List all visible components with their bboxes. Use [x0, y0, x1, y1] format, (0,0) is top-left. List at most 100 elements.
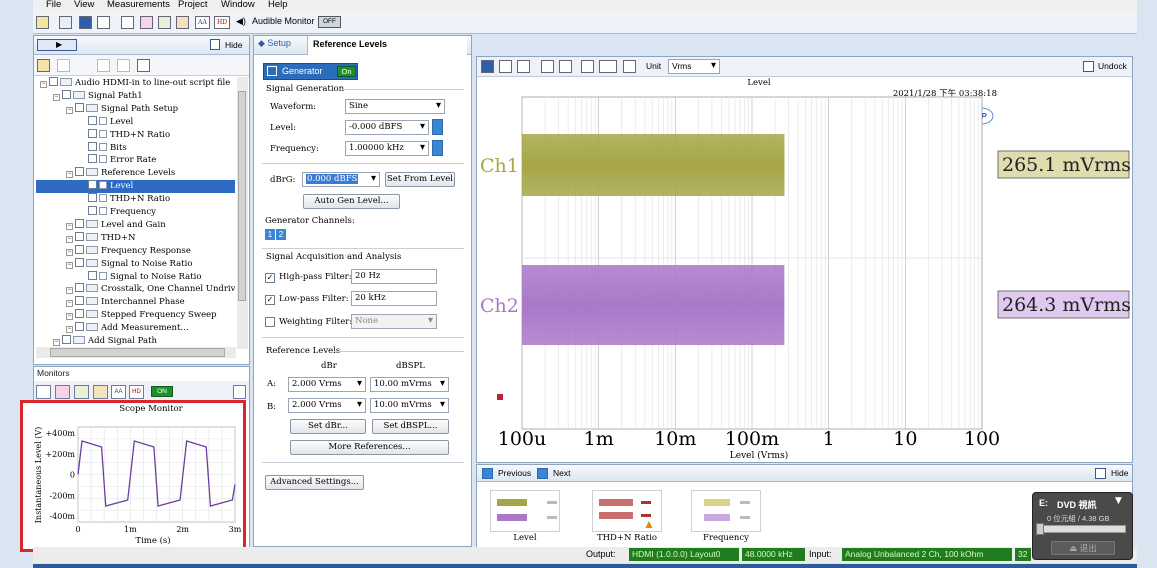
zoom-icon[interactable]: [541, 60, 554, 73]
set-dbspl-button[interactable]: Set dBSPL...: [372, 419, 449, 434]
tree-checkbox[interactable]: [75, 322, 84, 332]
tree-checkbox[interactable]: [75, 296, 84, 306]
tree-item[interactable]: − Audio HDMI-in to line-out script file: [36, 77, 235, 90]
tree-checkbox[interactable]: [75, 309, 84, 319]
tree-item[interactable]: − Signal Path1: [36, 89, 235, 103]
expand-toggle-icon[interactable]: −: [53, 93, 60, 101]
advanced-settings-button[interactable]: Advanced Settings...: [265, 475, 364, 490]
expand-toggle-icon[interactable]: −: [53, 339, 60, 346]
sine-icon[interactable]: [121, 16, 134, 29]
set-from-level-button[interactable]: Set From Level: [385, 172, 455, 187]
expand-toggle-icon[interactable]: −: [66, 235, 73, 243]
tree-item[interactable]: Level: [36, 115, 235, 129]
graph-settings-icon[interactable]: [623, 60, 636, 73]
tree-checkbox[interactable]: [75, 167, 84, 177]
copy-graph-icon[interactable]: [499, 60, 512, 73]
ref-a-dbr-input[interactable]: 2.000 Vrms: [288, 377, 366, 392]
previous-button[interactable]: Previous: [498, 468, 531, 478]
tree-checkbox[interactable]: [62, 89, 71, 99]
tree-item[interactable]: − Reference Levels: [36, 167, 235, 180]
menu-measurements[interactable]: Measurements: [107, 0, 170, 10]
tree-checkbox[interactable]: [88, 270, 97, 280]
output-status[interactable]: HDMI (1.0.0.0) Layout0: [629, 548, 739, 561]
open-icon[interactable]: [59, 16, 72, 29]
previous-icon[interactable]: [482, 468, 493, 479]
bars-icon[interactable]: [158, 16, 171, 29]
delete-icon[interactable]: [57, 59, 70, 72]
menu-help[interactable]: Help: [268, 0, 288, 10]
expand-toggle-icon[interactable]: −: [66, 326, 73, 334]
tree-item[interactable]: − Interchannel Phase: [36, 296, 235, 309]
tree-item[interactable]: − Crosstalk, One Channel Undriven: [36, 283, 235, 296]
level-input[interactable]: -0.000 dBFS: [345, 120, 429, 135]
expand-toggle-icon[interactable]: −: [66, 261, 73, 269]
expand-toggle-icon[interactable]: −: [66, 300, 73, 308]
low-pass-input[interactable]: 20 kHz: [351, 291, 437, 306]
hide-label[interactable]: Hide: [225, 40, 242, 50]
auto-gen-level-button[interactable]: Auto Gen Level...: [303, 194, 400, 209]
weighting-checkbox[interactable]: [265, 317, 275, 327]
audible-monitor-off-button[interactable]: OFF: [318, 16, 341, 28]
save-icon[interactable]: [79, 16, 92, 29]
tree-checkbox[interactable]: [75, 283, 84, 293]
tree-item[interactable]: − Frequency Response: [36, 244, 235, 258]
hide-icon[interactable]: [210, 39, 220, 50]
monitor-settings-icon[interactable]: [233, 385, 246, 399]
scroll-thumb[interactable]: [238, 91, 246, 301]
expand-toggle-icon[interactable]: −: [40, 81, 47, 88]
menu-project[interactable]: Project: [178, 0, 208, 10]
ref-a-dbspl-input[interactable]: 10.00 mVrms: [370, 377, 449, 392]
sine-monitor-icon[interactable]: [36, 385, 51, 399]
generator-button[interactable]: Generator On: [263, 63, 358, 80]
menu-window[interactable]: Window: [221, 0, 255, 10]
next-button[interactable]: Next: [553, 468, 570, 478]
waveform-select[interactable]: Sine: [345, 99, 445, 114]
monitor-on-button[interactable]: ON: [151, 386, 173, 397]
tree-item[interactable]: − Stepped Frequency Sweep: [36, 309, 235, 322]
tree-hscrollbar[interactable]: [36, 347, 236, 358]
tree-item[interactable]: Signal to Noise Ratio: [36, 270, 235, 284]
save-graph-icon[interactable]: [481, 60, 494, 73]
aa-monitor-icon[interactable]: AA: [111, 385, 126, 399]
properties-icon[interactable]: [137, 59, 150, 72]
channel-2-toggle[interactable]: 2: [276, 229, 286, 240]
expand-toggle-icon[interactable]: −: [66, 248, 73, 256]
weighting-select[interactable]: None: [351, 314, 437, 329]
expand-toggle-icon[interactable]: −: [66, 222, 73, 230]
extra-status[interactable]: 32: [1015, 548, 1031, 561]
thumb-level[interactable]: [490, 490, 560, 532]
print-icon[interactable]: [517, 60, 530, 73]
meter-monitor-icon[interactable]: [55, 385, 70, 399]
tree-item[interactable]: − Level and Gain: [36, 218, 235, 232]
tree-checkbox[interactable]: [75, 218, 84, 228]
dvd-scroll-handle[interactable]: [1036, 523, 1044, 535]
tree-checkbox[interactable]: [88, 128, 97, 138]
aa-icon[interactable]: AA: [195, 16, 210, 29]
tree-item[interactable]: − Signal to Noise Ratio: [36, 257, 235, 271]
dbrg-input[interactable]: 0.000 dBFS: [302, 172, 380, 187]
nav-hide-icon[interactable]: [1095, 468, 1106, 479]
menu-file[interactable]: File: [46, 0, 61, 10]
tree-item[interactable]: THD+N Ratio: [36, 193, 235, 206]
thumb-frequency[interactable]: [691, 490, 761, 532]
input-status[interactable]: Analog Unbalanced 2 Ch, 100 kOhm: [842, 548, 1012, 561]
tree-checkbox[interactable]: [88, 180, 97, 190]
tree-checkbox[interactable]: [88, 154, 97, 164]
low-pass-checkbox[interactable]: ✓: [265, 295, 275, 305]
copy-icon[interactable]: [97, 59, 110, 72]
tree-item[interactable]: − Signal Path Setup: [36, 102, 235, 116]
tree-checkbox[interactable]: [88, 115, 97, 125]
meter-icon[interactable]: [140, 16, 153, 29]
hd-monitor-icon[interactable]: HD: [129, 385, 144, 399]
paste-icon[interactable]: [117, 59, 130, 72]
tree-checkbox[interactable]: [75, 257, 84, 267]
thumb-thd-n-ratio[interactable]: ▲: [592, 490, 662, 532]
undock-button[interactable]: Undock: [1098, 61, 1127, 71]
layout-icon[interactable]: [581, 60, 594, 73]
dvd-eject-button[interactable]: ⏏ 退出: [1051, 541, 1115, 555]
expand-toggle-icon[interactable]: −: [66, 287, 73, 295]
expand-toggle-icon[interactable]: −: [66, 106, 73, 114]
hd-icon[interactable]: HD: [214, 16, 230, 29]
tree-item[interactable]: Bits: [36, 141, 235, 155]
tree-item[interactable]: Error Rate: [36, 154, 235, 167]
